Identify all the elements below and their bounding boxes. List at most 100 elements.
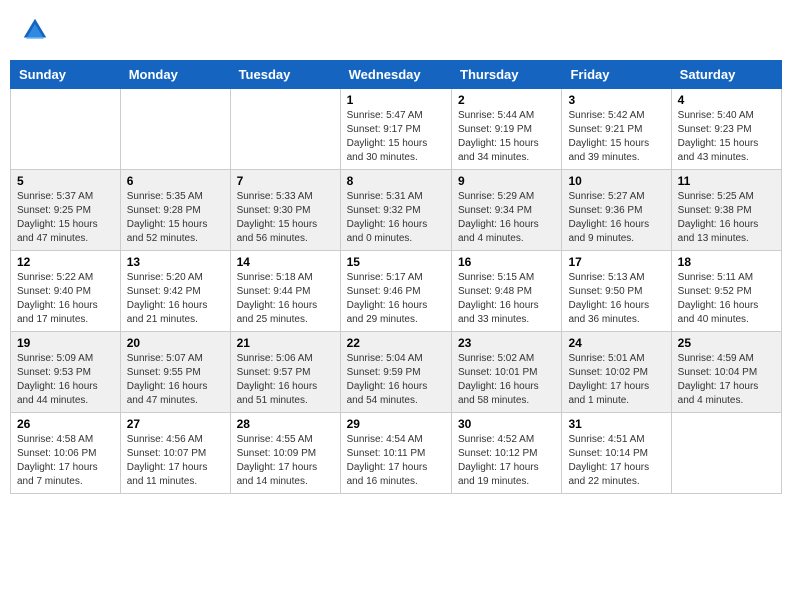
calendar-day-2: 2Sunrise: 5:44 AM Sunset: 9:19 PM Daylig… xyxy=(452,89,562,170)
calendar-day-6: 6Sunrise: 5:35 AM Sunset: 9:28 PM Daylig… xyxy=(120,170,230,251)
day-number: 22 xyxy=(347,336,445,350)
calendar-day-3: 3Sunrise: 5:42 AM Sunset: 9:21 PM Daylig… xyxy=(562,89,671,170)
day-number: 28 xyxy=(237,417,334,431)
day-number: 1 xyxy=(347,93,445,107)
day-number: 27 xyxy=(127,417,224,431)
day-number: 10 xyxy=(568,174,664,188)
day-info: Sunrise: 5:33 AM Sunset: 9:30 PM Dayligh… xyxy=(237,190,334,246)
calendar-day-24: 24 Sunrise: 5:01 AM Sunset: 10:02 PM Dayl… xyxy=(562,332,671,413)
calendar-day-13: 13 Sunrise: 5:20 AM Sunset: 9:42 PM Dayli… xyxy=(120,251,230,332)
day-number: 20 xyxy=(127,336,224,350)
weekday-header-row: SundayMondayTuesdayWednesdayThursdayFrid… xyxy=(11,61,782,89)
day-number: 29 xyxy=(347,417,445,431)
day-number: 4 xyxy=(678,93,775,107)
calendar-day-31: 31 Sunrise: 4:51 AM Sunset: 10:14 PM Dayl… xyxy=(562,413,671,494)
calendar-day-10: 10 Sunrise: 5:27 AM Sunset: 9:36 PM Dayli… xyxy=(562,170,671,251)
calendar-empty-cell xyxy=(11,89,121,170)
weekday-header-saturday: Saturday xyxy=(671,61,781,89)
logo-icon xyxy=(20,15,50,45)
calendar-week-row: 5 Sunrise: 5:37 AM Sunset: 9:25 PM Daylig… xyxy=(11,170,782,251)
calendar-week-row: 19Sunrise: 5:09 AM Sunset: 9:53 PM Dayli… xyxy=(11,332,782,413)
calendar-day-11: 11 Sunrise: 5:25 AM Sunset: 9:38 PM Dayli… xyxy=(671,170,781,251)
day-info: Sunrise: 4:51 AM Sunset: 10:14 PM Daylig… xyxy=(568,433,664,489)
day-number: 26 xyxy=(17,417,114,431)
day-number: 30 xyxy=(458,417,555,431)
calendar-day-9: 9 Sunrise: 5:29 AM Sunset: 9:34 PM Daylig… xyxy=(452,170,562,251)
day-number: 25 xyxy=(678,336,775,350)
day-number: 14 xyxy=(237,255,334,269)
calendar-day-27: 27 Sunrise: 4:56 AM Sunset: 10:07 PM Dayl… xyxy=(120,413,230,494)
calendar-table: SundayMondayTuesdayWednesdayThursdayFrid… xyxy=(10,60,782,494)
day-info: Sunrise: 4:59 AM Sunset: 10:04 PM Daylig… xyxy=(678,352,775,408)
calendar-day-23: 23 Sunrise: 5:02 AM Sunset: 10:01 PM Dayl… xyxy=(452,332,562,413)
page-header xyxy=(10,10,782,50)
day-number: 31 xyxy=(568,417,664,431)
day-number: 8 xyxy=(347,174,445,188)
weekday-header-wednesday: Wednesday xyxy=(340,61,451,89)
day-info: Sunrise: 5:27 AM Sunset: 9:36 PM Dayligh… xyxy=(568,190,664,246)
calendar-day-22: 22 Sunrise: 5:04 AM Sunset: 9:59 PM Dayli… xyxy=(340,332,451,413)
calendar-day-14: 14 Sunrise: 5:18 AM Sunset: 9:44 PM Dayli… xyxy=(230,251,340,332)
calendar-day-18: 18 Sunrise: 5:11 AM Sunset: 9:52 PM Dayli… xyxy=(671,251,781,332)
calendar-week-row: 26 Sunrise: 4:58 AM Sunset: 10:06 PM Dayl… xyxy=(11,413,782,494)
calendar-week-row: 12 Sunrise: 5:22 AM Sunset: 9:40 PM Dayli… xyxy=(11,251,782,332)
calendar-day-7: 7 Sunrise: 5:33 AM Sunset: 9:30 PM Daylig… xyxy=(230,170,340,251)
calendar-day-12: 12 Sunrise: 5:22 AM Sunset: 9:40 PM Dayli… xyxy=(11,251,121,332)
day-info: Sunrise: 4:54 AM Sunset: 10:11 PM Daylig… xyxy=(347,433,445,489)
calendar-empty-cell xyxy=(671,413,781,494)
weekday-header-sunday: Sunday xyxy=(11,61,121,89)
day-number: 9 xyxy=(458,174,555,188)
day-info: Sunrise: 5:13 AM Sunset: 9:50 PM Dayligh… xyxy=(568,271,664,327)
day-number: 16 xyxy=(458,255,555,269)
calendar-day-29: 29 Sunrise: 4:54 AM Sunset: 10:11 PM Dayl… xyxy=(340,413,451,494)
logo xyxy=(20,15,54,45)
weekday-header-monday: Monday xyxy=(120,61,230,89)
day-number: 7 xyxy=(237,174,334,188)
day-number: 23 xyxy=(458,336,555,350)
day-info: Sunrise: 5:01 AM Sunset: 10:02 PM Daylig… xyxy=(568,352,664,408)
calendar-week-row: 1Sunrise: 5:47 AM Sunset: 9:17 PM Daylig… xyxy=(11,89,782,170)
calendar-day-1: 1Sunrise: 5:47 AM Sunset: 9:17 PM Daylig… xyxy=(340,89,451,170)
day-info: Sunrise: 5:31 AM Sunset: 9:32 PM Dayligh… xyxy=(347,190,445,246)
day-info: Sunrise: 5:15 AM Sunset: 9:48 PM Dayligh… xyxy=(458,271,555,327)
day-number: 18 xyxy=(678,255,775,269)
day-info: Sunrise: 5:37 AM Sunset: 9:25 PM Dayligh… xyxy=(17,190,114,246)
day-info: Sunrise: 5:20 AM Sunset: 9:42 PM Dayligh… xyxy=(127,271,224,327)
calendar-day-20: 20 Sunrise: 5:07 AM Sunset: 9:55 PM Dayli… xyxy=(120,332,230,413)
weekday-header-thursday: Thursday xyxy=(452,61,562,89)
day-info: Sunrise: 4:52 AM Sunset: 10:12 PM Daylig… xyxy=(458,433,555,489)
calendar-day-15: 15 Sunrise: 5:17 AM Sunset: 9:46 PM Dayli… xyxy=(340,251,451,332)
day-info: Sunrise: 5:22 AM Sunset: 9:40 PM Dayligh… xyxy=(17,271,114,327)
day-info: Sunrise: 5:04 AM Sunset: 9:59 PM Dayligh… xyxy=(347,352,445,408)
calendar-day-5: 5 Sunrise: 5:37 AM Sunset: 9:25 PM Daylig… xyxy=(11,170,121,251)
day-info: Sunrise: 4:56 AM Sunset: 10:07 PM Daylig… xyxy=(127,433,224,489)
day-number: 5 xyxy=(17,174,114,188)
day-number: 3 xyxy=(568,93,664,107)
calendar-day-21: 21Sunrise: 5:06 AM Sunset: 9:57 PM Dayli… xyxy=(230,332,340,413)
calendar-day-17: 17 Sunrise: 5:13 AM Sunset: 9:50 PM Dayli… xyxy=(562,251,671,332)
day-info: Sunrise: 5:17 AM Sunset: 9:46 PM Dayligh… xyxy=(347,271,445,327)
calendar-day-28: 28 Sunrise: 4:55 AM Sunset: 10:09 PM Dayl… xyxy=(230,413,340,494)
day-info: Sunrise: 4:55 AM Sunset: 10:09 PM Daylig… xyxy=(237,433,334,489)
calendar-day-30: 30 Sunrise: 4:52 AM Sunset: 10:12 PM Dayl… xyxy=(452,413,562,494)
day-info: Sunrise: 5:09 AM Sunset: 9:53 PM Dayligh… xyxy=(17,352,114,408)
day-info: Sunrise: 5:29 AM Sunset: 9:34 PM Dayligh… xyxy=(458,190,555,246)
weekday-header-friday: Friday xyxy=(562,61,671,89)
day-info: Sunrise: 5:25 AM Sunset: 9:38 PM Dayligh… xyxy=(678,190,775,246)
day-number: 11 xyxy=(678,174,775,188)
weekday-header-tuesday: Tuesday xyxy=(230,61,340,89)
day-number: 15 xyxy=(347,255,445,269)
day-info: Sunrise: 5:02 AM Sunset: 10:01 PM Daylig… xyxy=(458,352,555,408)
day-number: 17 xyxy=(568,255,664,269)
day-number: 12 xyxy=(17,255,114,269)
day-info: Sunrise: 5:07 AM Sunset: 9:55 PM Dayligh… xyxy=(127,352,224,408)
day-number: 24 xyxy=(568,336,664,350)
calendar-day-26: 26 Sunrise: 4:58 AM Sunset: 10:06 PM Dayl… xyxy=(11,413,121,494)
day-info: Sunrise: 5:11 AM Sunset: 9:52 PM Dayligh… xyxy=(678,271,775,327)
day-number: 2 xyxy=(458,93,555,107)
calendar-day-16: 16 Sunrise: 5:15 AM Sunset: 9:48 PM Dayli… xyxy=(452,251,562,332)
day-number: 13 xyxy=(127,255,224,269)
day-info: Sunrise: 5:18 AM Sunset: 9:44 PM Dayligh… xyxy=(237,271,334,327)
day-info: Sunrise: 4:58 AM Sunset: 10:06 PM Daylig… xyxy=(17,433,114,489)
calendar-day-19: 19Sunrise: 5:09 AM Sunset: 9:53 PM Dayli… xyxy=(11,332,121,413)
